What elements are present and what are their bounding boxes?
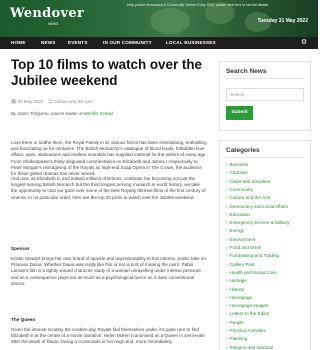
chevron-right-icon: › [226,186,228,192]
current-date: Tuesday 31 May 2022 [257,18,309,24]
chevron-right-icon: › [226,336,228,342]
chevron-right-icon: › [226,178,228,184]
category-link[interactable]: › Culture and the Arts [226,195,270,200]
category-link[interactable]: › Gallery Post [226,262,255,267]
chevron-right-icon: › [226,328,228,333]
chevron-right-icon: › [226,195,228,201]
chevron-right-icon: › [226,245,228,250]
article-meta: 🗓 30 May 2022 🗀 Culture and the Arts [11,98,93,106]
site-logo-subtitle: NEWS [46,21,61,27]
search-input[interactable]: Search ... [226,88,304,101]
category-link[interactable]: › Health and Social Care [226,270,277,275]
article-paragraph: And now, as Elizabeth II, and indeed mil… [11,176,206,200]
chevron-right-icon: › [226,261,228,267]
categories-widget-title: Categories [226,147,260,154]
byline-text: By Justin Trefgarne, course leader at [11,111,83,116]
category-link[interactable]: › Education [226,212,250,217]
category-link[interactable]: › Letters to the Editor [226,311,270,316]
calendar-icon: 🗓 [11,99,17,104]
category-link[interactable]: › Business [226,162,248,167]
category-link[interactable]: › Community [226,187,253,192]
article-byline: By Justin Trefgarne, course leader at Me… [11,111,113,116]
chevron-right-icon: › [226,162,228,167]
category-link[interactable]: › People [226,320,244,325]
section-paragraph: Given the intense scrutiny the modern da… [11,327,205,345]
category-link[interactable]: › History [226,287,244,292]
chevron-right-icon: › [226,220,228,226]
main-nav: HOME NEWS EVENTS IN OUR COMMUNITY LOCAL … [0,37,318,49]
category-link[interactable]: › Physical Activities [226,328,266,333]
chevron-right-icon: › [226,269,228,275]
category-link[interactable]: › Clubs and Societies [226,179,270,184]
category-link[interactable]: › Fundraising and Trading [226,253,279,258]
search-widget: Search News Search ... Submit [219,61,311,131]
category-link[interactable]: › Environment [226,237,255,242]
category-link[interactable]: › Planning [226,336,247,341]
settings-gear-icon[interactable]: ⚙ [300,39,308,47]
article-title: Top 10 films to watch over the Jubilee w… [11,57,202,88]
folder-icon: 🗀 [48,99,53,104]
search-submit-button[interactable]: Submit [226,106,253,120]
widget-divider [226,78,304,79]
chevron-right-icon: › [226,311,228,317]
section-paragraph: Kristin Stewart brings her own brand of … [11,256,206,286]
chevron-right-icon: › [226,253,228,259]
chevron-right-icon: › [226,286,228,292]
category-link[interactable]: › Democracy and Local Affairs [226,204,288,209]
chevron-right-icon: › [226,170,228,176]
nav-item-local-businesses[interactable]: LOCAL BUSINESSES [166,37,216,49]
search-widget-title: Search News [226,68,267,75]
site-logo[interactable]: Wendover [10,6,84,21]
header-notice[interactable]: Help protect democracy & Community. Onli… [127,3,268,7]
chevron-right-icon: › [226,294,228,300]
nav-item-news[interactable]: NEWS [41,37,56,49]
category-link[interactable]: › Emergency Service & Military [226,220,290,225]
nav-item-home[interactable]: HOME [11,37,26,49]
category-link[interactable]: › Charities [226,170,248,175]
category-link[interactable]: › Food and Drink [226,245,261,250]
categories-widget: Categories › Business › Charities › Clubs a… [219,140,311,350]
chevron-right-icon: › [226,303,228,309]
article-date: 30 May 2022 [17,99,44,104]
chevron-right-icon: › [226,236,228,242]
widget-divider [226,157,304,158]
chevron-right-icon: › [226,203,228,209]
category-link[interactable]: › Heritage [226,278,247,283]
category-link[interactable]: › Energy [226,228,244,233]
nav-item-in-our-community[interactable]: IN OUR COMMUNITY [103,37,152,49]
category-link[interactable]: › Religion and Spiritual [226,345,273,350]
category-link[interactable]: › Homepage Images [226,303,268,308]
nav-item-events[interactable]: EVENTS [68,37,88,49]
header-foliage-decoration [150,8,190,34]
section-heading: The Queen [11,317,36,322]
chevron-right-icon: › [226,278,228,284]
article-paragraph: Love them or loathe them, the Royal Fami… [11,140,207,177]
category-link[interactable]: › Homepage [226,295,252,300]
chevron-right-icon: › [226,344,228,350]
section-heading: Spencer [11,246,30,251]
chevron-right-icon: › [226,319,228,325]
site-header: Wendover NEWS Help protect democracy & C… [0,0,318,37]
chevron-right-icon: › [226,211,228,217]
chevron-right-icon: › [226,228,228,234]
article-category-link[interactable]: Culture and the Arts [54,99,93,104]
byline-link[interactable]: Merfilm School [84,111,113,116]
